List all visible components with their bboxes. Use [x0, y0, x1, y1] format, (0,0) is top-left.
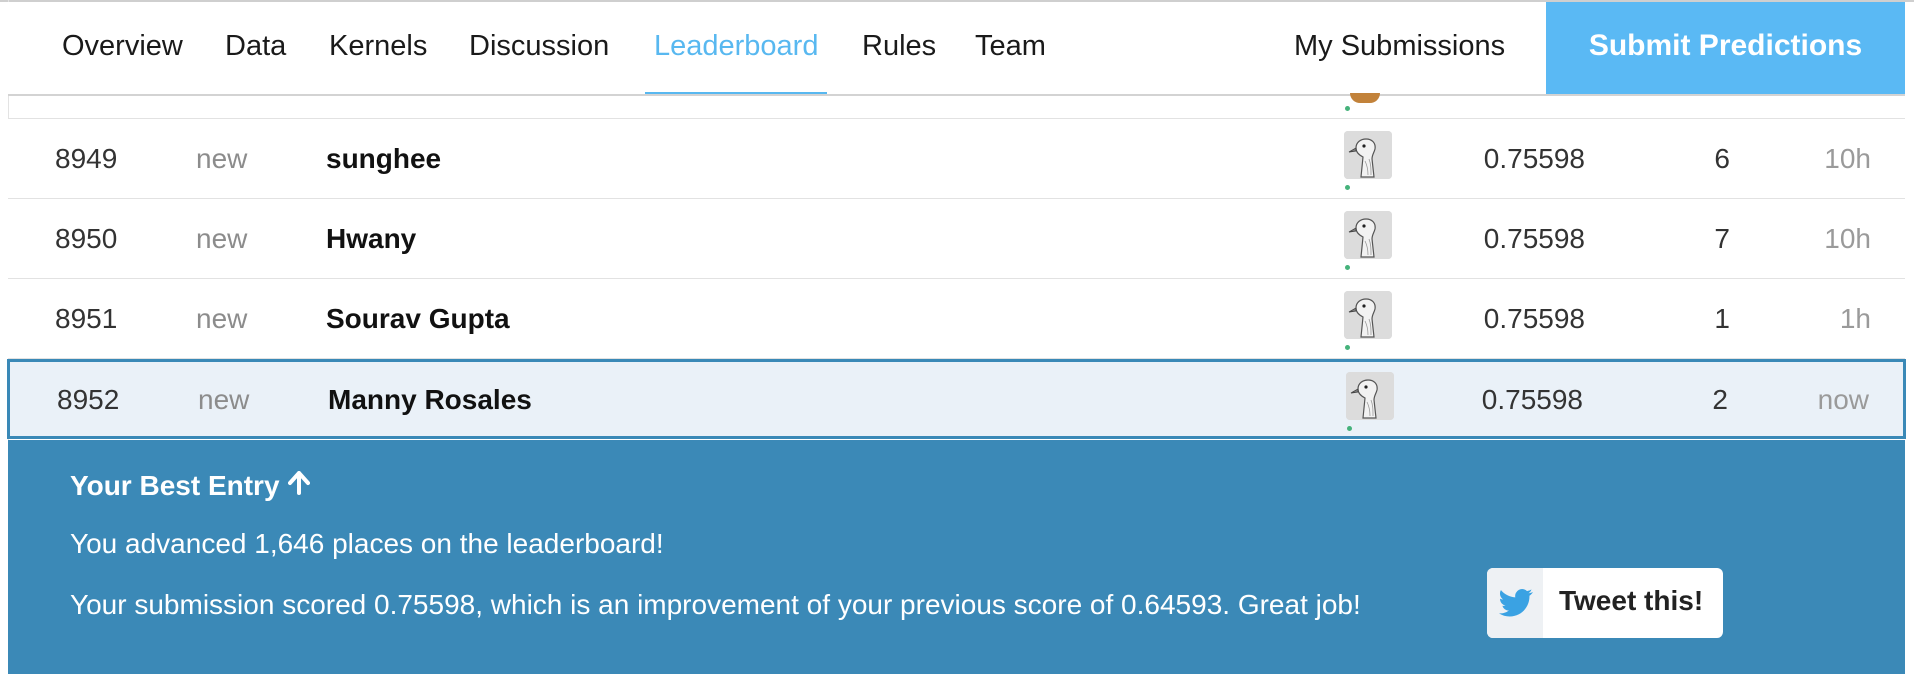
rank-change: new [196, 223, 248, 254]
current-user-leaderboard-row: 8952 new Manny Rosales 0.75598 2 now [7, 359, 1906, 439]
best-entry-banner: Your Best Entry You advanced 1,646 place… [8, 440, 1905, 674]
last-submission: 1h [1839, 303, 1871, 334]
team-name[interactable]: Hwany [326, 199, 416, 279]
previous-row-partial [8, 93, 1905, 119]
entries: 1 [1714, 303, 1730, 334]
tab-kernels[interactable]: Kernels [329, 2, 427, 94]
last-submission: 10h [1824, 143, 1871, 174]
tab-leaderboard[interactable]: Leaderboard [644, 2, 828, 95]
rank-change: new [196, 303, 248, 334]
my-submissions-link[interactable]: My Submissions [1294, 2, 1505, 94]
best-entry-title-text: Your Best Entry [70, 470, 280, 501]
online-indicator [1345, 106, 1350, 111]
tweet-this-button[interactable]: Tweet this! [1487, 568, 1723, 638]
team-name[interactable]: sunghee [326, 119, 441, 199]
advanced-message: You advanced 1,646 places on the leaderb… [70, 528, 664, 559]
rank: 8950 [55, 223, 118, 254]
tweet-button-label: Tweet this! [1559, 585, 1704, 616]
rank-change: new [196, 143, 248, 174]
tab-overview[interactable]: Overview [62, 2, 183, 94]
entries: 6 [1714, 143, 1730, 174]
best-entry-title: Your Best Entry [70, 470, 310, 502]
online-indicator [1345, 345, 1350, 350]
leaderboard-row: 8949 new sunghee 0.75598 6 10h [8, 119, 1905, 199]
tab-data[interactable]: Data [225, 2, 286, 94]
goose-avatar-icon[interactable] [1346, 372, 1394, 420]
goose-avatar-icon[interactable] [1344, 211, 1392, 259]
last-submission: now [1817, 384, 1869, 415]
leaderboard-row: 8950 new Hwany 0.75598 7 10h [8, 199, 1905, 279]
twitter-bird-icon [1487, 568, 1543, 638]
leaderboard-row: 8951 new Sourav Gupta 0.75598 1 1h [8, 279, 1905, 359]
tab-team[interactable]: Team [975, 2, 1046, 94]
tab-discussion[interactable]: Discussion [469, 2, 609, 94]
goose-avatar-icon[interactable] [1344, 291, 1392, 339]
entries: 7 [1714, 223, 1730, 254]
score: 0.75598 [1481, 384, 1583, 415]
rank-change: new [198, 384, 250, 415]
online-indicator [1347, 426, 1352, 431]
team-name[interactable]: Manny Rosales [328, 362, 532, 438]
entries: 2 [1712, 384, 1728, 415]
score-improvement-message: Your submission scored 0.75598, which is… [70, 589, 1361, 620]
arrow-up-icon [287, 470, 310, 502]
submit-predictions-button[interactable]: Submit Predictions [1546, 2, 1905, 94]
kaggle-competition-page: Overview Data Kernels Discussion Leaderb… [0, 0, 1914, 674]
team-name[interactable]: Sourav Gupta [326, 279, 510, 359]
score: 0.75598 [1483, 223, 1585, 254]
rank: 8952 [57, 384, 120, 415]
rank: 8949 [55, 143, 118, 174]
goose-avatar-icon[interactable] [1344, 131, 1392, 179]
last-submission: 10h [1824, 223, 1871, 254]
score: 0.75598 [1483, 143, 1585, 174]
score: 0.75598 [1483, 303, 1585, 334]
avatar [1344, 93, 1388, 103]
online-indicator [1345, 265, 1350, 270]
tab-rules[interactable]: Rules [862, 2, 936, 94]
rank: 8951 [55, 303, 118, 334]
online-indicator [1345, 185, 1350, 190]
